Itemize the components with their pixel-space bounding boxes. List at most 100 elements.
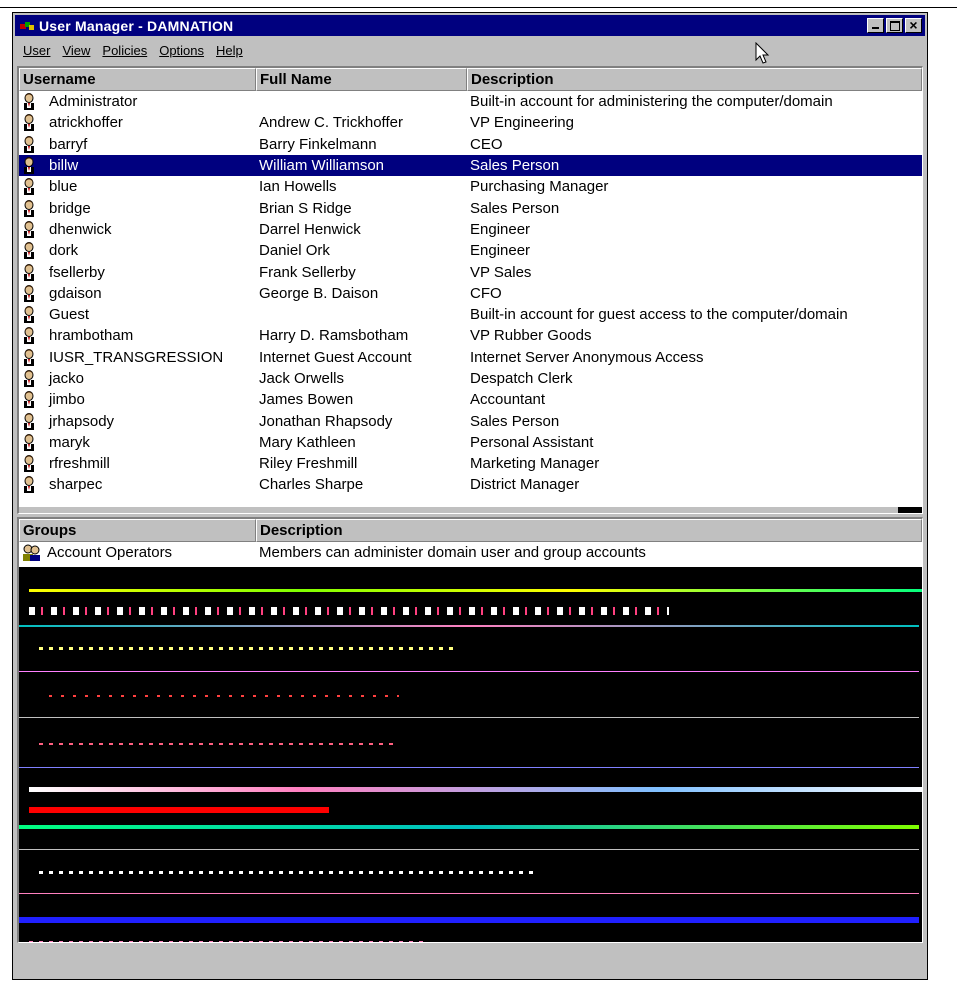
- description-cell: Engineer: [470, 242, 531, 260]
- description-cell: Built-in account for administering the c…: [470, 93, 833, 111]
- user-icon: [21, 114, 37, 132]
- user-icon: [21, 348, 37, 366]
- users-column-header: Username Full Name Description: [19, 68, 922, 91]
- username-cell: sharpec: [49, 476, 103, 494]
- username-cell: jacko: [49, 370, 85, 387]
- column-header-groups[interactable]: Groups: [19, 519, 256, 542]
- user-row[interactable]: blue Ian Howells Purchasing Manager: [19, 176, 922, 197]
- full-name-cell: Darrel Henwick: [259, 220, 361, 238]
- user-row[interactable]: jacko Jack Orwells Despatch Clerk: [19, 368, 922, 389]
- user-icon: [21, 242, 37, 260]
- username-cell: rfreshmill: [49, 455, 110, 473]
- username-cell: barryf: [49, 135, 88, 153]
- top-divider-line: [0, 7, 957, 8]
- group-icon: [21, 544, 43, 562]
- close-button[interactable]: ×: [905, 17, 922, 33]
- description-cell: VP Sales: [470, 263, 532, 281]
- user-icon: [21, 220, 37, 238]
- user-row[interactable]: rfreshmill Riley Freshmill Marketing Manag…: [19, 453, 922, 474]
- user-row[interactable]: fsellerby Frank Sellerby VP Sales: [19, 261, 922, 282]
- user-icon: [21, 263, 37, 281]
- user-row[interactable]: atrickhoffer Andrew C. Trickhoffer VP Engi…: [19, 112, 922, 133]
- column-header-full-name[interactable]: Full Name: [256, 68, 467, 91]
- username-cell: bridge: [49, 199, 91, 217]
- groups-list-pane[interactable]: Groups Description Account Operators Memb…: [17, 517, 923, 943]
- username-cell: jimbo: [49, 391, 85, 409]
- user-manager-app-icon[interactable]: [19, 19, 35, 33]
- group-description-cell: Members can administer domain user and g…: [259, 544, 646, 562]
- user-row[interactable]: sharpec Charles Sharpe District Manager: [19, 474, 922, 495]
- corrupted-display-region: [19, 567, 922, 942]
- user-row[interactable]: dhenwick Darrel Henwick Engineer: [19, 219, 922, 240]
- column-header-group-description[interactable]: Description: [256, 519, 922, 542]
- column-header-description[interactable]: Description: [467, 68, 922, 91]
- user-row[interactable]: jrhapsody Jonathan Rhapsody Sales Person: [19, 410, 922, 431]
- close-icon: ×: [909, 17, 918, 33]
- users-list-pane[interactable]: Username Full Name Description Administr…: [17, 66, 923, 514]
- user-row[interactable]: maryk Mary Kathleen Personal Assistant: [19, 432, 922, 453]
- description-cell: Built-in account for guest access to the…: [470, 306, 848, 324]
- username-cell: dhenwick: [49, 220, 112, 238]
- minimize-button[interactable]: [867, 18, 884, 33]
- user-icon: [21, 327, 37, 345]
- user-row[interactable]: jimbo James Bowen Accountant: [19, 389, 922, 410]
- full-name-cell: Jack Orwells: [259, 370, 345, 387]
- user-icon: [21, 199, 37, 217]
- username-cell: Administrator: [49, 93, 138, 111]
- description-cell: Purchasing Manager: [470, 178, 609, 196]
- description-cell: CEO: [470, 135, 503, 153]
- user-row[interactable]: dork Daniel Ork Engineer: [19, 240, 922, 261]
- username-cell: hrambotham: [49, 327, 134, 345]
- menu-user[interactable]: User: [23, 43, 50, 58]
- groups-list: Account Operators Members can administer …: [19, 542, 922, 563]
- description-cell: Personal Assistant: [470, 433, 594, 451]
- description-cell: CFO: [470, 284, 502, 302]
- menu-options[interactable]: Options: [159, 43, 204, 58]
- group-row[interactable]: Account Operators Members can administer …: [19, 542, 922, 563]
- user-icon: [21, 370, 37, 387]
- column-header-username[interactable]: Username: [19, 68, 256, 91]
- user-icon: [21, 476, 37, 494]
- user-icon: [21, 433, 37, 451]
- menu-help[interactable]: Help: [216, 43, 243, 58]
- maximize-button[interactable]: [886, 18, 903, 33]
- description-cell: Sales Person: [470, 157, 560, 175]
- users-list: Administrator Built-in account for admini…: [19, 91, 922, 496]
- username-cell: IUSR_TRANSGRESSION: [49, 348, 224, 366]
- user-icon: [21, 157, 37, 175]
- user-manager-window: User Manager - DAMNATION × User View Pol…: [12, 12, 928, 980]
- title-bar[interactable]: User Manager - DAMNATION ×: [15, 15, 925, 36]
- user-row[interactable]: gdaison George B. Daison CFO: [19, 283, 922, 304]
- full-name-cell: James Bowen: [259, 391, 354, 409]
- scrollbar-thumb[interactable]: [898, 507, 922, 513]
- menu-policies[interactable]: Policies: [102, 43, 147, 58]
- user-icon: [21, 178, 37, 196]
- username-cell: Guest: [49, 306, 90, 324]
- username-cell: jrhapsody: [49, 412, 115, 430]
- user-row[interactable]: Administrator Built-in account for admini…: [19, 91, 922, 112]
- full-name-cell: Ian Howells: [259, 178, 337, 196]
- user-icon: [21, 412, 37, 430]
- description-cell: Accountant: [470, 391, 546, 409]
- description-cell: Sales Person: [470, 412, 560, 430]
- username-cell: dork: [49, 242, 79, 260]
- full-name-cell: Harry D. Ramsbotham: [259, 327, 409, 345]
- full-name-cell: Frank Sellerby: [259, 263, 356, 281]
- user-row[interactable]: Guest Built-in account for guest access t…: [19, 304, 922, 325]
- description-cell: Sales Person: [470, 199, 560, 217]
- username-cell: maryk: [49, 433, 90, 451]
- username-cell: billw: [49, 157, 79, 175]
- description-cell: Engineer: [470, 220, 531, 238]
- user-icon: [21, 93, 37, 111]
- full-name-cell: William Williamson: [259, 157, 385, 175]
- user-row[interactable]: barryf Barry Finkelmann CEO: [19, 134, 922, 155]
- menu-view[interactable]: View: [62, 43, 90, 58]
- group-name-cell: Account Operators: [47, 544, 173, 562]
- user-row[interactable]: hrambotham Harry D. Ramsbotham VP Rubber G…: [19, 325, 922, 346]
- horizontal-scrollbar[interactable]: [19, 507, 922, 513]
- user-row[interactable]: billw William Williamson Sales Person: [19, 154, 922, 177]
- menu-bar: User View Policies Options Help: [15, 40, 925, 60]
- user-row[interactable]: IUSR_TRANSGRESSION Internet Guest Account…: [19, 347, 922, 368]
- full-name-cell: Daniel Ork: [259, 242, 330, 260]
- user-row[interactable]: bridge Brian S Ridge Sales Person: [19, 197, 922, 218]
